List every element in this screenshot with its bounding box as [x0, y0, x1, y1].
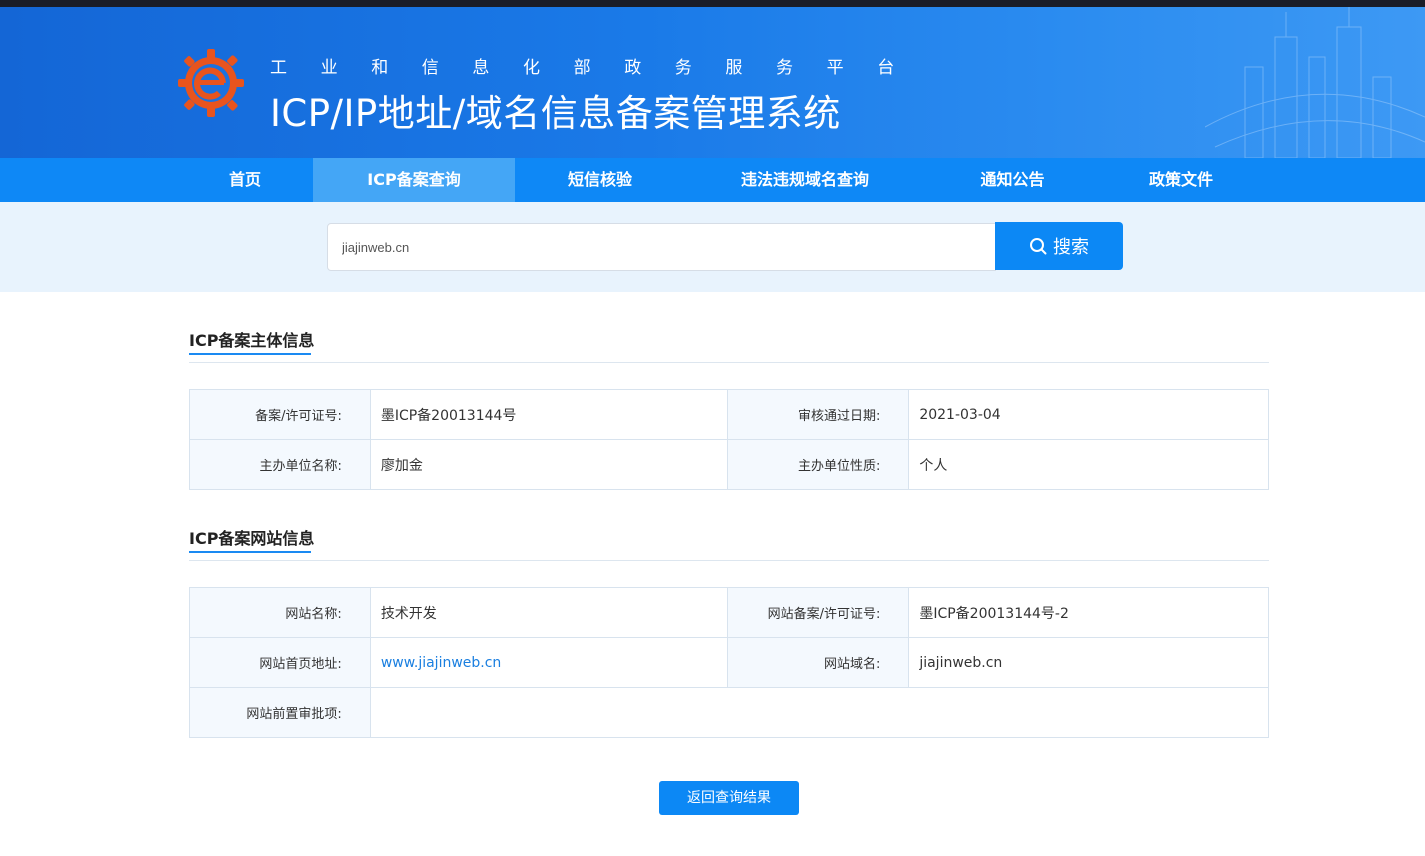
search-icon [1030, 238, 1047, 255]
preapproval-value [369, 687, 1270, 738]
back-to-results-button[interactable]: 返回查询结果 [659, 781, 799, 815]
org-type-label: 主办单位性质: [726, 439, 910, 490]
main-nav: 首页 ICP备案查询 短信核验 违法违规域名查询 通知公告 政策文件 [0, 158, 1425, 202]
table-row: 主办单位名称: 廖加金 主办单位性质: 个人 [189, 439, 1269, 490]
org-type-value: 个人 [908, 439, 1269, 490]
site-license-label: 网站备案/许可证号: [726, 587, 910, 638]
table-row: 网站首页地址: www.jiajinweb.cn 网站域名: jiajinweb… [189, 637, 1269, 688]
section-underline [189, 353, 311, 355]
nav-item-sms-verify[interactable]: 短信核验 [515, 158, 685, 202]
org-name-label: 主办单位名称: [189, 439, 371, 490]
table-row: 网站前置审批项: [189, 687, 1270, 738]
nav-item-policy[interactable]: 政策文件 [1110, 158, 1252, 202]
subject-info-table: 备案/许可证号: 墨ICP备20013144号 审核通过日期: 2021-03-… [189, 389, 1269, 490]
license-label: 备案/许可证号: [189, 389, 371, 440]
section-title-subject-text: ICP备案主体信息 [189, 331, 315, 350]
approve-date-value: 2021-03-04 [908, 389, 1269, 440]
site-name-label: 网站名称: [189, 587, 371, 638]
nav-item-home[interactable]: 首页 [175, 158, 315, 202]
section-divider [189, 362, 1269, 363]
platform-subtitle: 工业和信息化部政务服务平台 [270, 58, 928, 78]
header-banner: 工业和信息化部政务服务平台 ICP/IP地址/域名信息备案管理系统 [0, 7, 1425, 158]
top-dark-strip [0, 0, 1425, 7]
domain-label: 网站域名: [726, 637, 910, 688]
preapproval-label: 网站前置审批项: [189, 687, 371, 738]
city-skyline-decoration [1205, 7, 1425, 158]
search-button[interactable]: 搜索 [995, 222, 1123, 270]
approve-date-label: 审核通过日期: [726, 389, 910, 440]
license-value: 墨ICP备20013144号 [369, 389, 728, 440]
section-title-site-text: ICP备案网站信息 [189, 529, 315, 548]
domain-value: jiajinweb.cn [908, 637, 1269, 688]
search-input[interactable] [327, 223, 996, 271]
section-title-site: ICP备案网站信息 [189, 525, 315, 553]
site-license-value: 墨ICP备20013144号-2 [908, 587, 1269, 638]
homepage-link[interactable]: www.jiajinweb.cn [381, 655, 502, 671]
table-row: 备案/许可证号: 墨ICP备20013144号 审核通过日期: 2021-03-… [189, 389, 1269, 440]
section-divider [189, 560, 1269, 561]
nav-item-icp-query[interactable]: ICP备案查询 [313, 158, 515, 202]
system-title: ICP/IP地址/域名信息备案管理系统 [270, 92, 841, 135]
section-title-subject: ICP备案主体信息 [189, 327, 315, 355]
miit-logo-icon [178, 49, 244, 117]
org-name-value: 廖加金 [369, 439, 728, 490]
search-button-label: 搜索 [1053, 237, 1089, 258]
section-underline [189, 551, 311, 553]
nav-item-notices[interactable]: 通知公告 [940, 158, 1085, 202]
site-info-table: 网站名称: 技术开发 网站备案/许可证号: 墨ICP备20013144号-2 网… [189, 587, 1270, 738]
nav-item-illegal-domain[interactable]: 违法违规域名查询 [705, 158, 905, 202]
search-band: 搜索 [0, 202, 1425, 292]
table-row: 网站名称: 技术开发 网站备案/许可证号: 墨ICP备20013144号-2 [189, 587, 1269, 638]
homepage-label: 网站首页地址: [189, 637, 371, 688]
site-name-value: 技术开发 [369, 587, 728, 638]
homepage-cell: www.jiajinweb.cn [369, 637, 728, 688]
